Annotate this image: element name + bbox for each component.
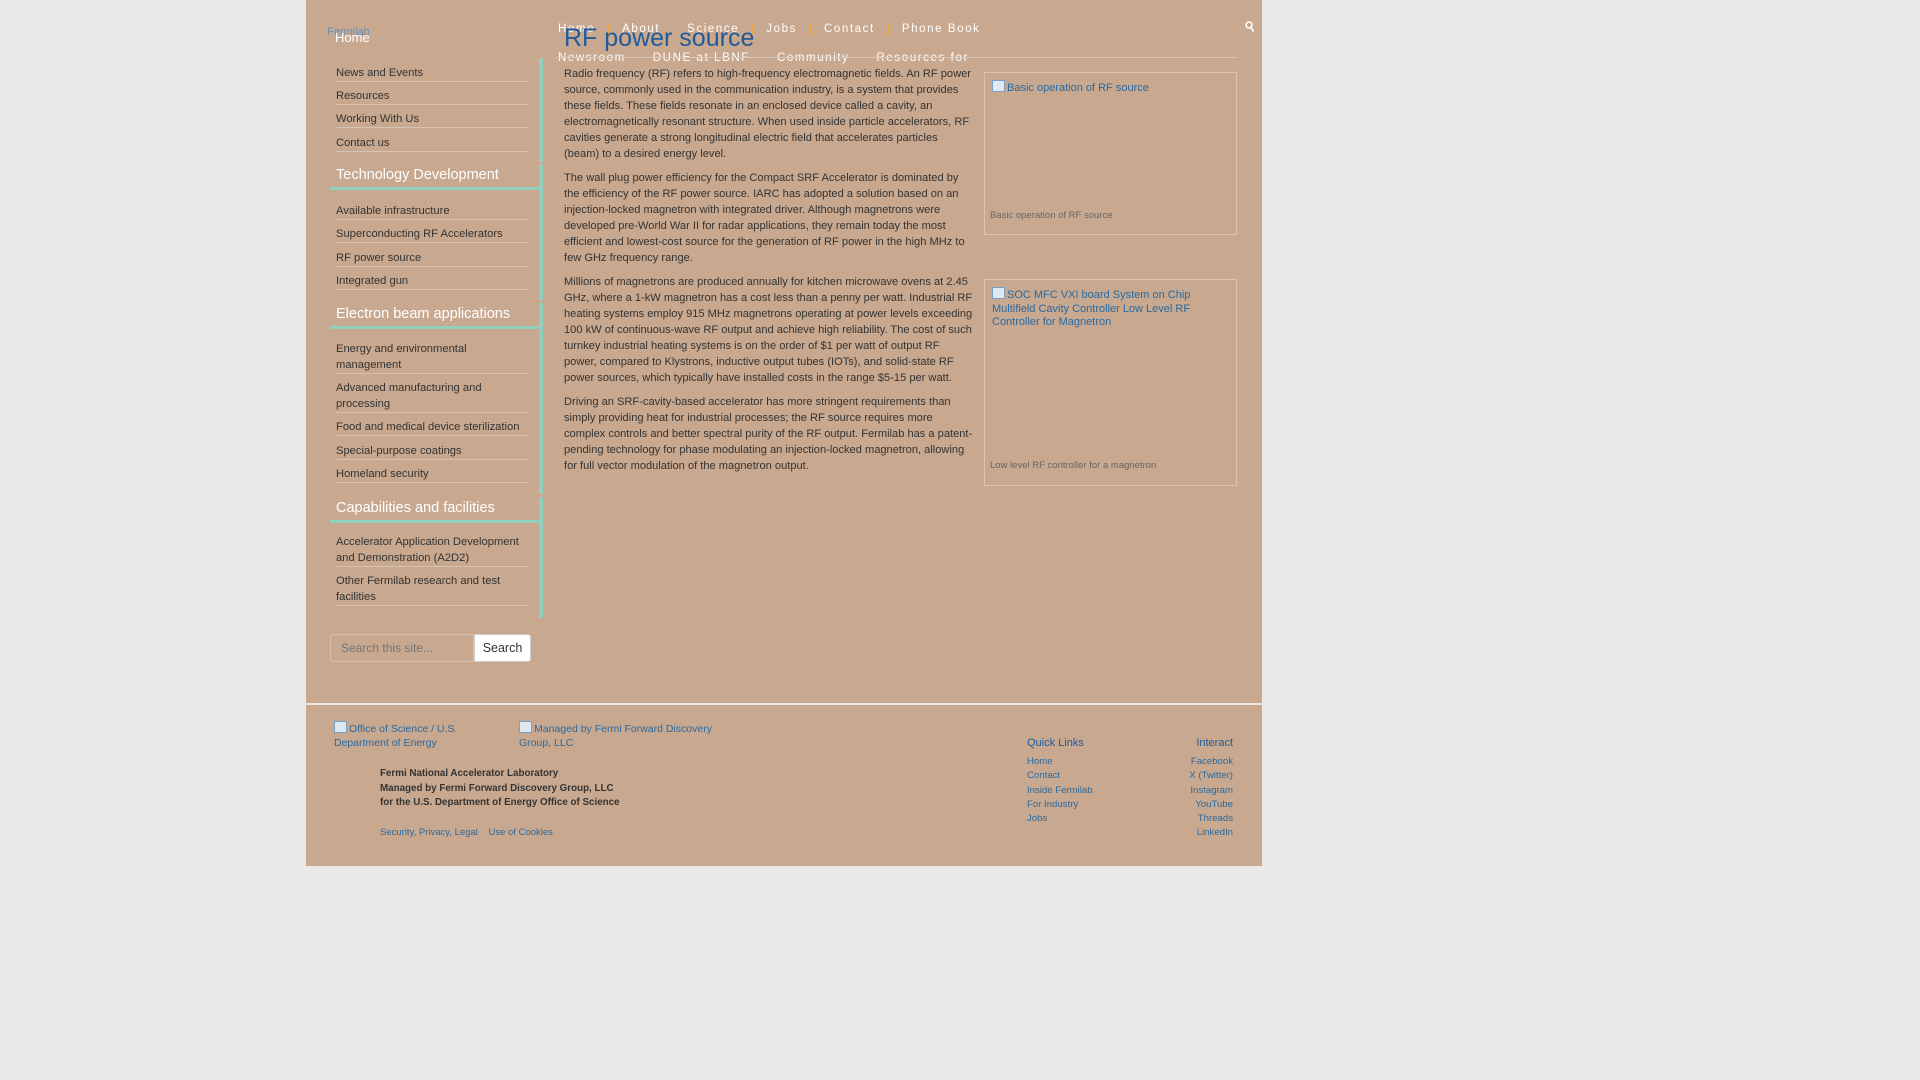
- sidebar-item-advanced-manufacturing[interactable]: Advanced manufacturing and processing: [336, 380, 528, 413]
- nav-resources-for[interactable]: Resources for: [862, 52, 982, 64]
- sidebar-accent-bar: [539, 497, 543, 618]
- footer-quick-links: Quick Links Home Contact Inside Fermilab…: [1027, 737, 1093, 826]
- nav-contact[interactable]: Contact: [809, 23, 888, 35]
- header-divider: [556, 57, 1237, 58]
- quick-link-home[interactable]: Home: [1027, 755, 1093, 769]
- sidebar-heading-underline: [330, 187, 543, 190]
- main-nav-bottom: Newsroom DUNE at LBNF Community Resource…: [558, 51, 982, 65]
- footer-legal-links: Security, Privacy, Legal Use of Cookies: [380, 827, 553, 838]
- nav-jobs[interactable]: Jobs: [752, 23, 810, 35]
- article-paragraph: Radio frequency (RF) refers to high-freq…: [564, 68, 971, 160]
- legal-link[interactable]: Security, Privacy, Legal: [380, 827, 478, 838]
- sidebar-heading-underline: [330, 326, 543, 329]
- sidebar-heading-technology[interactable]: Technology Development: [336, 167, 499, 183]
- nav-dune[interactable]: DUNE at LBNF: [638, 52, 763, 64]
- sidebar-group-technology: Technology Development Available infrast…: [330, 164, 543, 300]
- sidebar-item-rf-power-source[interactable]: RF power source: [336, 250, 528, 267]
- search-icon[interactable]: [1245, 19, 1255, 35]
- footer-address-line: Managed by Fermi Forward Discovery Group…: [380, 782, 614, 794]
- quick-link-contact[interactable]: Contact: [1027, 769, 1093, 783]
- footer: Office of Science / U.S. Department of E…: [306, 705, 1262, 866]
- social-youtube[interactable]: YouTube: [1126, 798, 1233, 812]
- sidebar-item-news-and-events[interactable]: News and Events: [336, 65, 528, 82]
- sidebar-item-food-medical[interactable]: Food and medical device sterilization: [336, 419, 528, 436]
- cookies-link[interactable]: Use of Cookies: [489, 827, 553, 838]
- article-paragraph: Driving an SRF-cavity-based accelerator …: [564, 396, 973, 472]
- sidebar-item-resources[interactable]: Resources: [336, 88, 528, 105]
- figure-caption: Basic operation of RF source: [990, 210, 1113, 221]
- sidebar-item-working-with-us[interactable]: Working With Us: [336, 111, 528, 128]
- article-paragraph: The wall plug power efficiency for the C…: [564, 172, 965, 264]
- sidebar-item-superconducting-rf[interactable]: Superconducting RF Accelerators: [336, 226, 528, 243]
- figure-image-rf-source[interactable]: Basic operation of RF source: [992, 80, 1212, 96]
- sidebar-accent-bar: [539, 303, 543, 494]
- sidebar-item-special-coatings[interactable]: Special-purpose coatings: [336, 443, 528, 460]
- quick-link-inside-fermilab[interactable]: Inside Fermilab: [1027, 784, 1093, 798]
- sidebar-heading-electron-beam[interactable]: Electron beam applications: [336, 306, 510, 322]
- sidebar-accent-bar: [539, 164, 543, 300]
- social-linkedin[interactable]: LinkedIn: [1126, 826, 1233, 840]
- sidebar-group-electron-beam: Electron beam applications Energy and en…: [330, 303, 543, 494]
- figure-caption: Low level RF controller for a magnetron: [990, 460, 1157, 471]
- interact-heading: Interact: [1196, 737, 1233, 749]
- sidebar-item-contact-us[interactable]: Contact us: [336, 135, 528, 152]
- footer-address-line: for the U.S. Department of Energy Office…: [380, 797, 620, 808]
- footer-address-line: Fermi National Accelerator Laboratory: [380, 768, 559, 779]
- site-search-button[interactable]: Search: [474, 634, 531, 662]
- nav-community[interactable]: Community: [762, 52, 863, 64]
- article-body: Radio frequency (RF) refers to high-freq…: [564, 66, 973, 482]
- sidebar-group-about: News and Events Resources Working With U…: [330, 58, 543, 162]
- quick-link-for-industry[interactable]: For Industry: [1027, 798, 1093, 812]
- nav-newsroom[interactable]: Newsroom: [558, 52, 639, 64]
- doe-logo[interactable]: Office of Science / U.S. Department of E…: [334, 721, 474, 750]
- ffdg-logo[interactable]: Managed by Fermi Forward Discovery Group…: [519, 721, 719, 750]
- nav-phone-book[interactable]: Phone Book: [887, 23, 994, 35]
- figure-rf-source: Basic operation of RF source Basic opera…: [984, 72, 1237, 235]
- home-link[interactable]: Home: [335, 30, 370, 45]
- site-search-input[interactable]: [330, 634, 474, 662]
- sidebar-item-other-facilities[interactable]: Other Fermilab research and test facilit…: [336, 573, 528, 606]
- sidebar-heading-capabilities[interactable]: Capabilities and facilities: [336, 500, 495, 516]
- figure-llrf-controller: SOC MFC VXI board System on Chip Multifi…: [984, 279, 1237, 486]
- sidebar-accent-bar: [539, 58, 543, 162]
- sidebar-item-a2d2[interactable]: Accelerator Application Development and …: [336, 534, 528, 567]
- figure-image-llrf-controller[interactable]: SOC MFC VXI board System on Chip Multifi…: [992, 287, 1212, 330]
- sidebar-item-homeland-security[interactable]: Homeland security: [336, 466, 528, 483]
- social-instagram[interactable]: Instagram: [1126, 784, 1233, 798]
- social-threads[interactable]: Threads: [1126, 812, 1233, 826]
- sidebar-item-available-infrastructure[interactable]: Available infrastructure: [336, 203, 528, 220]
- sidebar-item-integrated-gun[interactable]: Integrated gun: [336, 273, 528, 290]
- social-facebook[interactable]: Facebook: [1126, 755, 1233, 769]
- article-paragraph: Millions of magnetrons are produced annu…: [564, 276, 973, 384]
- page-title: RF power source: [564, 24, 755, 52]
- sidebar-item-energy-environmental[interactable]: Energy and environmental management: [336, 341, 528, 374]
- quick-link-jobs[interactable]: Jobs: [1027, 812, 1093, 826]
- footer-interact: Interact Facebook X (Twitter) Instagram …: [1126, 737, 1233, 841]
- social-x-twitter[interactable]: X (Twitter): [1126, 769, 1233, 783]
- footer-address: Fermi National Accelerator Laboratory Ma…: [380, 767, 620, 811]
- sidebar-group-capabilities: Capabilities and facilities Accelerator …: [330, 497, 543, 618]
- page-container: Fermilab Home Home About Science Jobs Co…: [306, 0, 1262, 703]
- sidebar-heading-underline: [330, 520, 543, 523]
- quick-links-heading: Quick Links: [1027, 737, 1084, 749]
